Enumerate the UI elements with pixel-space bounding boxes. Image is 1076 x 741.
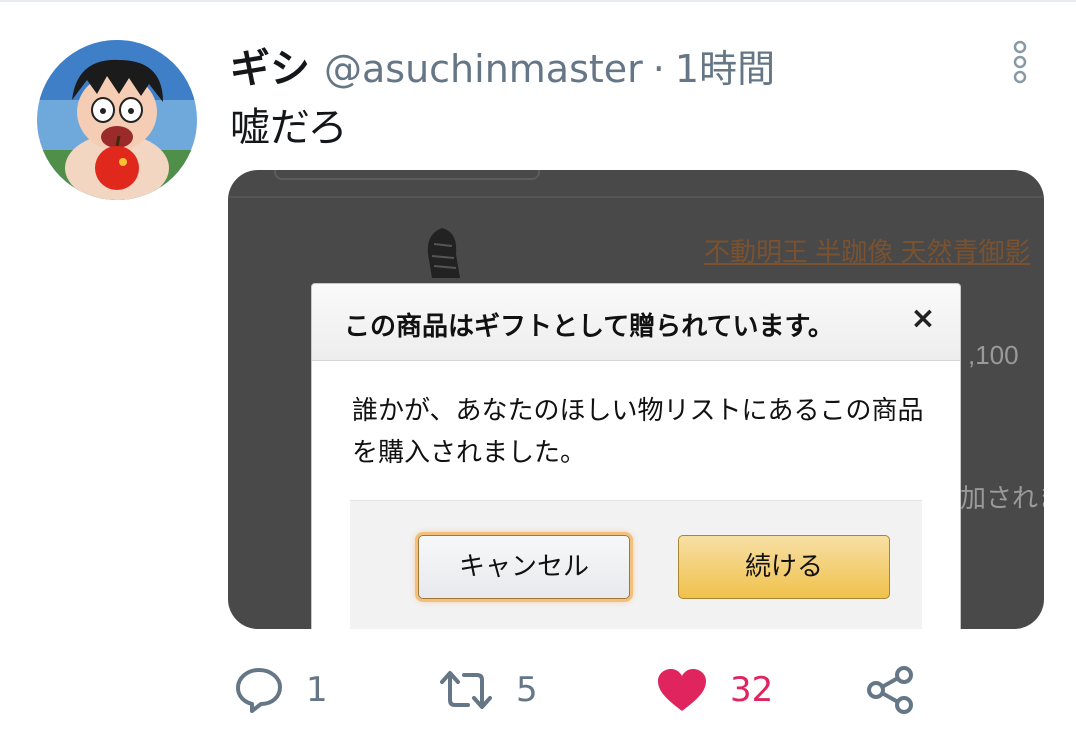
reply-count: 1 bbox=[306, 670, 328, 710]
avatar-image bbox=[37, 40, 197, 200]
background-panel bbox=[274, 170, 540, 180]
product-thumbnail bbox=[427, 228, 460, 278]
cancel-button[interactable]: キャンセル bbox=[418, 535, 630, 599]
like-count: 32 bbox=[730, 670, 774, 710]
product-price: ,100 bbox=[968, 340, 1019, 370]
modal-footer: キャンセル 続ける bbox=[350, 500, 922, 629]
modal-header: この商品はギフトとして贈られています。 × bbox=[312, 284, 960, 361]
retweet-count: 5 bbox=[516, 670, 538, 710]
like-button[interactable]: 32 bbox=[656, 660, 773, 720]
more-vertical-icon bbox=[1013, 40, 1027, 84]
tweet-header: ギシ @asuchinmaster · 1時間 bbox=[230, 36, 775, 92]
user-handle[interactable]: @asuchinmaster bbox=[324, 47, 643, 91]
reply-icon bbox=[236, 668, 282, 713]
share-button[interactable] bbox=[866, 660, 916, 720]
continue-button[interactable]: 続ける bbox=[678, 535, 890, 599]
background-divider bbox=[228, 196, 1044, 198]
modal-message: 誰かが、あなたのほしい物リストにあるこの商品を購入されました。 bbox=[352, 396, 924, 468]
product-link[interactable]: 不動明王 半跏像 天然青御影 bbox=[704, 232, 1030, 269]
separator-dot: · bbox=[652, 47, 665, 91]
display-name[interactable]: ギシ bbox=[230, 36, 310, 94]
tweet-text: 嘘だろ bbox=[230, 105, 348, 151]
avatar[interactable] bbox=[37, 40, 197, 200]
tweet-actions: 1 5 32 bbox=[0, 660, 1076, 720]
more-options-button[interactable] bbox=[1006, 40, 1034, 84]
retweet-icon bbox=[440, 671, 492, 709]
close-icon[interactable]: × bbox=[906, 302, 940, 336]
modal-title: この商品はギフトとして贈られています。 bbox=[344, 312, 834, 342]
gift-modal: この商品はギフトとして贈られています。 × 誰かが、あなたのほしい物リストにある… bbox=[311, 283, 961, 629]
top-divider bbox=[0, 0, 1076, 2]
share-icon bbox=[867, 666, 913, 714]
tweet-image[interactable]: 不動明王 半跏像 天然青御影 ,100 加されま この商品はギフトとして贈られて… bbox=[228, 170, 1044, 629]
reply-button[interactable]: 1 bbox=[234, 660, 328, 720]
heart-icon bbox=[658, 669, 706, 711]
added-text: 加されま bbox=[960, 483, 1044, 513]
retweet-button[interactable]: 5 bbox=[438, 660, 538, 720]
tweet-timestamp[interactable]: 1時間 bbox=[675, 38, 775, 93]
